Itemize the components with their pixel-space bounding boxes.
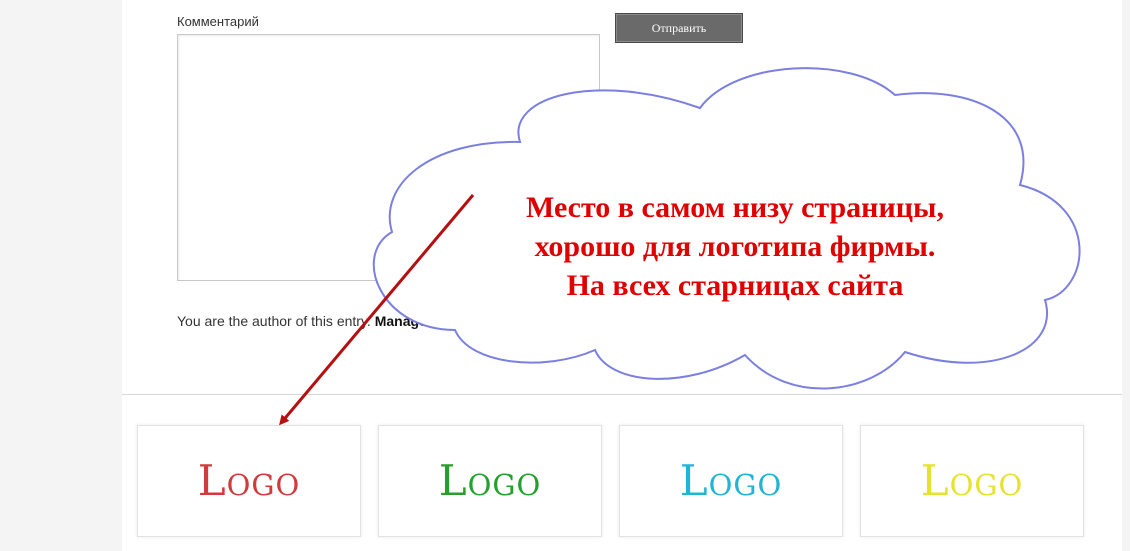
annotation-text: Место в самом низу страницы, хорошо для … [470, 188, 1000, 305]
annotation-line-2: хорошо для логотипа фирмы. [534, 230, 936, 263]
annotation-line-1: Место в самом низу страницы, [526, 191, 944, 224]
annotation-line-3: На всех старницах сайта [566, 269, 904, 302]
